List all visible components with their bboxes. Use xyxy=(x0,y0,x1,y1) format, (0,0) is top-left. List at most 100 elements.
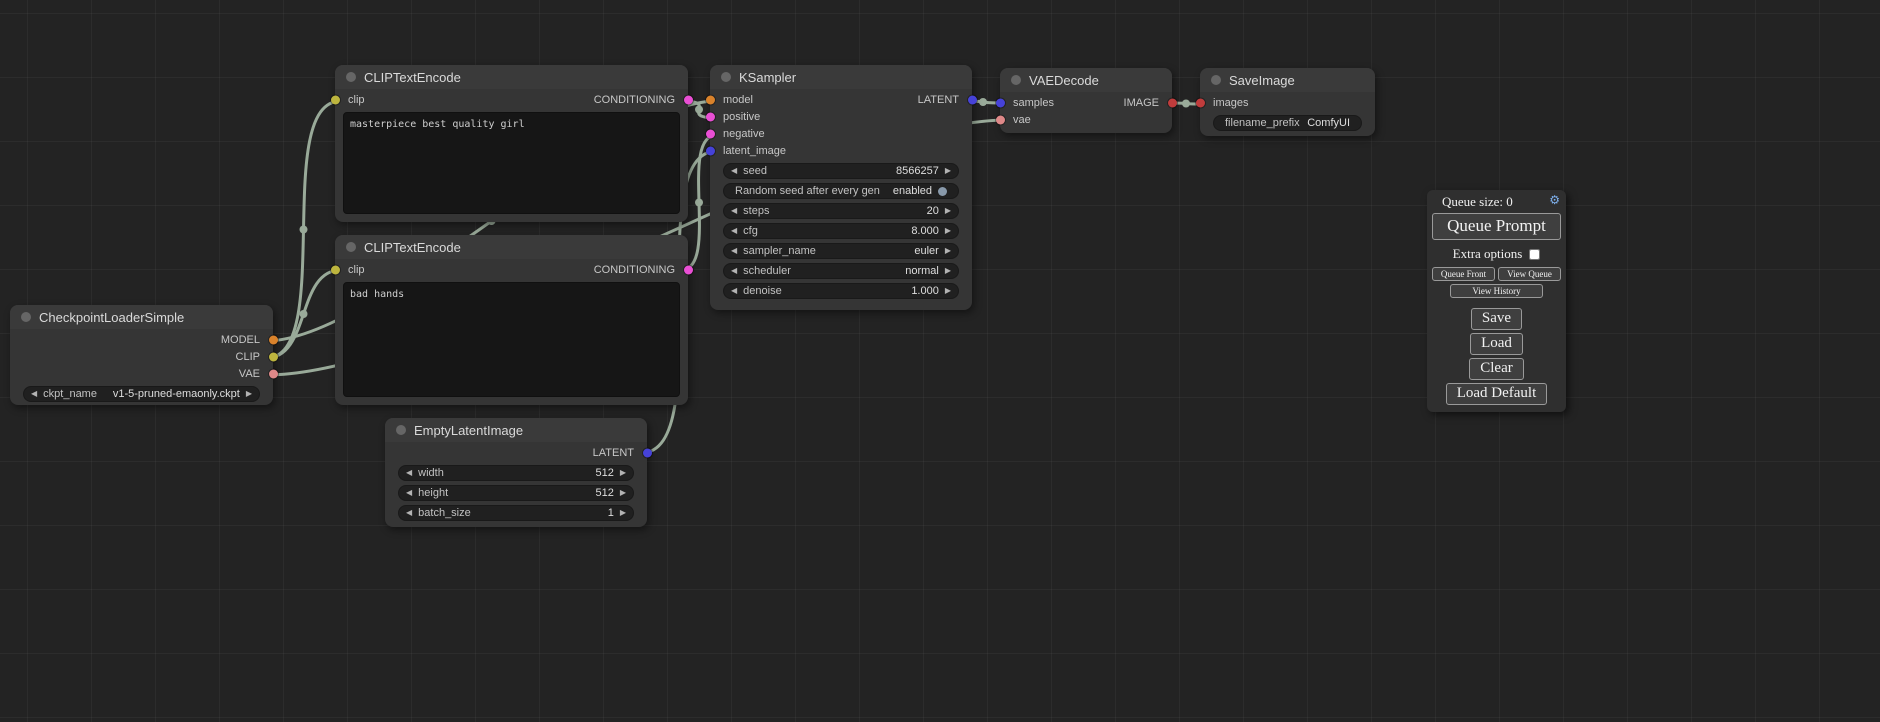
increment-arrow-icon[interactable]: ▶ xyxy=(246,390,252,398)
widget-steps[interactable]: ◀ steps 20 ▶ xyxy=(723,203,959,219)
decrement-arrow-icon[interactable]: ◀ xyxy=(406,509,412,517)
save-button[interactable]: Save xyxy=(1471,308,1522,330)
node-save-image[interactable]: SaveImage images filename_prefix ComfyUI xyxy=(1200,68,1375,136)
widget-scheduler[interactable]: ◀ scheduler normal ▶ xyxy=(723,263,959,279)
clear-button[interactable]: Clear xyxy=(1469,358,1523,380)
widget-label: batch_size xyxy=(418,507,471,519)
node-title: CLIPTextEncode xyxy=(364,240,461,255)
decrement-arrow-icon[interactable]: ◀ xyxy=(406,489,412,497)
queue-front-button[interactable]: Queue Front xyxy=(1432,267,1495,281)
input-slot-clip[interactable] xyxy=(331,265,340,274)
view-history-button[interactable]: View History xyxy=(1450,284,1543,298)
increment-arrow-icon[interactable]: ▶ xyxy=(620,509,626,517)
node-clip-text-encode-negative[interactable]: CLIPTextEncode clip CONDITIONING bad han… xyxy=(335,235,688,405)
node-vae-decode[interactable]: VAEDecode samples IMAGE vae xyxy=(1000,68,1172,133)
increment-arrow-icon[interactable]: ▶ xyxy=(945,267,951,275)
node-title-bar[interactable]: CLIPTextEncode xyxy=(335,65,688,89)
input-slot-clip[interactable] xyxy=(331,95,340,104)
decrement-arrow-icon[interactable]: ◀ xyxy=(731,247,737,255)
extra-options-checkbox[interactable] xyxy=(1529,249,1540,260)
widget-denoise[interactable]: ◀ denoise 1.000 ▶ xyxy=(723,283,959,299)
decrement-arrow-icon[interactable]: ◀ xyxy=(731,267,737,275)
output-slot-vae[interactable] xyxy=(269,369,278,378)
settings-gear-icon[interactable]: ⚙ xyxy=(1549,194,1560,207)
queue-prompt-button[interactable]: Queue Prompt xyxy=(1432,213,1561,240)
input-label-images: images xyxy=(1213,97,1248,109)
node-checkpoint-loader-simple[interactable]: CheckpointLoaderSimple MODEL CLIP VAE ◀ … xyxy=(10,305,273,405)
input-slot-images[interactable] xyxy=(1196,98,1205,107)
widget-label: denoise xyxy=(743,285,782,297)
output-slot-clip[interactable] xyxy=(269,352,278,361)
output-slot-model[interactable] xyxy=(269,335,278,344)
input-label-clip: clip xyxy=(348,94,365,106)
input-label-model: model xyxy=(723,94,753,106)
output-label-clip: CLIP xyxy=(236,351,260,363)
node-title-bar[interactable]: SaveImage xyxy=(1200,68,1375,92)
widget-height[interactable]: ◀ height 512 ▶ xyxy=(398,485,634,501)
increment-arrow-icon[interactable]: ▶ xyxy=(945,207,951,215)
decrement-arrow-icon[interactable]: ◀ xyxy=(731,207,737,215)
node-title-bar[interactable]: KSampler xyxy=(710,65,972,89)
increment-arrow-icon[interactable]: ▶ xyxy=(945,287,951,295)
decrement-arrow-icon[interactable]: ◀ xyxy=(31,390,37,398)
widget-value: 8.000 xyxy=(911,225,939,237)
node-title-bar[interactable]: CLIPTextEncode xyxy=(335,235,688,259)
decrement-arrow-icon[interactable]: ◀ xyxy=(731,227,737,235)
node-ksampler[interactable]: KSampler model LATENT positive negative … xyxy=(710,65,972,310)
widget-seed[interactable]: ◀ seed 8566257 ▶ xyxy=(723,163,959,179)
input-slot-latent-image[interactable] xyxy=(706,146,715,155)
input-label-samples: samples xyxy=(1013,97,1054,109)
widget-value: enabled xyxy=(893,185,932,197)
increment-arrow-icon[interactable]: ▶ xyxy=(620,489,626,497)
node-title: CheckpointLoaderSimple xyxy=(39,310,184,325)
widget-value: normal xyxy=(905,265,939,277)
node-title-bar[interactable]: CheckpointLoaderSimple xyxy=(10,305,273,329)
node-empty-latent-image[interactable]: EmptyLatentImage LATENT ◀ width 512 ▶ ◀ … xyxy=(385,418,647,527)
prompt-textarea[interactable]: bad hands xyxy=(343,282,680,397)
load-button[interactable]: Load xyxy=(1470,333,1523,355)
node-title: SaveImage xyxy=(1229,73,1295,88)
widget-batch-size[interactable]: ◀ batch_size 1 ▶ xyxy=(398,505,634,521)
node-collapse-dot[interactable] xyxy=(346,242,356,252)
widget-random-seed-toggle[interactable]: Random seed after every gen enabled xyxy=(723,183,959,199)
node-collapse-dot[interactable] xyxy=(346,72,356,82)
output-label-image: IMAGE xyxy=(1124,97,1159,109)
increment-arrow-icon[interactable]: ▶ xyxy=(945,247,951,255)
output-slot-latent[interactable] xyxy=(643,448,652,457)
view-queue-button[interactable]: View Queue xyxy=(1498,267,1561,281)
input-label-positive: positive xyxy=(723,111,760,123)
decrement-arrow-icon[interactable]: ◀ xyxy=(731,287,737,295)
increment-arrow-icon[interactable]: ▶ xyxy=(620,469,626,477)
node-title-bar[interactable]: VAEDecode xyxy=(1000,68,1172,92)
output-slot-image[interactable] xyxy=(1168,98,1177,107)
slot-row: samples IMAGE xyxy=(1000,94,1172,111)
widget-sampler-name[interactable]: ◀ sampler_name euler ▶ xyxy=(723,243,959,259)
toggle-on-indicator[interactable] xyxy=(938,187,947,196)
widget-filename-prefix[interactable]: filename_prefix ComfyUI xyxy=(1213,115,1362,131)
node-collapse-dot[interactable] xyxy=(396,425,406,435)
widget-ckpt-name[interactable]: ◀ ckpt_name v1-5-pruned-emaonly.ckpt ▶ xyxy=(23,386,260,402)
node-title-bar[interactable]: EmptyLatentImage xyxy=(385,418,647,442)
input-slot-samples[interactable] xyxy=(996,98,1005,107)
decrement-arrow-icon[interactable]: ◀ xyxy=(731,167,737,175)
decrement-arrow-icon[interactable]: ◀ xyxy=(406,469,412,477)
widget-cfg[interactable]: ◀ cfg 8.000 ▶ xyxy=(723,223,959,239)
increment-arrow-icon[interactable]: ▶ xyxy=(945,227,951,235)
node-clip-text-encode-positive[interactable]: CLIPTextEncode clip CONDITIONING masterp… xyxy=(335,65,688,222)
node-collapse-dot[interactable] xyxy=(721,72,731,82)
input-slot-vae[interactable] xyxy=(996,115,1005,124)
node-collapse-dot[interactable] xyxy=(1011,75,1021,85)
output-slot-latent[interactable] xyxy=(968,95,977,104)
input-slot-model[interactable] xyxy=(706,95,715,104)
load-default-button[interactable]: Load Default xyxy=(1446,383,1548,405)
prompt-textarea[interactable]: masterpiece best quality girl xyxy=(343,112,680,214)
output-slot-conditioning[interactable] xyxy=(684,95,693,104)
input-slot-positive[interactable] xyxy=(706,112,715,121)
input-slot-negative[interactable] xyxy=(706,129,715,138)
output-label-conditioning: CONDITIONING xyxy=(594,94,675,106)
increment-arrow-icon[interactable]: ▶ xyxy=(945,167,951,175)
output-slot-conditioning[interactable] xyxy=(684,265,693,274)
node-collapse-dot[interactable] xyxy=(21,312,31,322)
node-collapse-dot[interactable] xyxy=(1211,75,1221,85)
widget-width[interactable]: ◀ width 512 ▶ xyxy=(398,465,634,481)
